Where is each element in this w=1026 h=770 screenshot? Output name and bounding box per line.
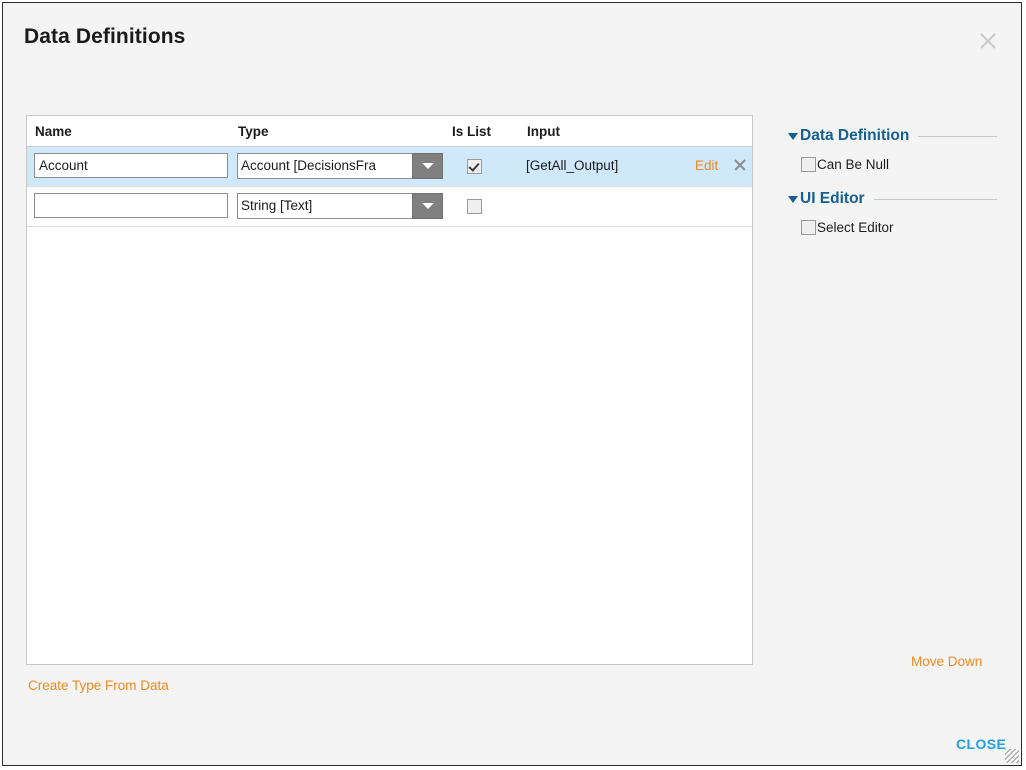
column-header-is-list: Is List [452,124,492,139]
close-icon[interactable] [975,28,1001,54]
collapse-triangle-icon[interactable] [788,195,798,203]
option-can-be-null[interactable]: Can Be Null [801,157,1003,172]
chevron-down-icon[interactable] [412,193,443,219]
is-list-checkbox[interactable] [467,159,482,174]
data-definitions-dialog: Data Definitions Name Type Is List Input… [2,2,1022,766]
type-combobox[interactable]: Account [DecisionsFra [237,153,443,179]
is-list-checkbox[interactable] [467,199,482,214]
name-input[interactable] [34,153,228,178]
option-label: Select Editor [817,220,894,235]
table-header-row: Name Type Is List Input [27,116,752,147]
properties-panel: Data Definition Can Be Null UI Editor Se… [788,127,1003,253]
option-label: Can Be Null [817,157,890,172]
section-header-ui-editor[interactable]: UI Editor [788,190,1003,208]
chevron-down-icon[interactable] [412,153,443,179]
create-type-from-data-link[interactable]: Create Type From Data [28,678,169,693]
section-divider [918,135,997,137]
section-header-data-definition[interactable]: Data Definition [788,127,1003,145]
column-header-input: Input [527,124,560,139]
delete-row-icon[interactable] [733,158,747,172]
section-title: Data Definition [800,127,910,144]
move-down-link[interactable]: Move Down [911,654,982,669]
collapse-triangle-icon[interactable] [788,132,798,140]
type-combobox[interactable]: String [Text] [237,193,443,219]
data-definitions-table: Name Type Is List Input Account [Decisio… [26,115,753,665]
cell-is-list [467,199,482,219]
section-ui-editor: UI Editor Select Editor [788,190,1003,235]
cell-name [34,153,228,178]
cell-is-list [467,159,482,179]
column-header-name: Name [35,124,72,139]
option-select-editor[interactable]: Select Editor [801,220,1003,235]
edit-link[interactable]: Edit [695,158,718,173]
dialog-titlebar: Data Definitions [3,3,1021,75]
select-editor-checkbox[interactable] [801,220,816,235]
section-title: UI Editor [800,190,865,207]
column-header-type: Type [238,124,269,139]
section-divider [873,198,997,200]
close-button[interactable]: CLOSE [956,736,1006,752]
name-input[interactable] [34,193,228,218]
cell-name [34,193,228,218]
type-combobox-value: String [Text] [237,193,412,219]
resize-grip[interactable] [1005,749,1019,763]
page-title: Data Definitions [24,25,186,48]
type-combobox-value: Account [DecisionsFra [237,153,412,179]
table-row[interactable]: Account [DecisionsFra [GetAll_Output] Ed… [27,147,752,187]
section-data-definition: Data Definition Can Be Null [788,127,1003,172]
can-be-null-checkbox[interactable] [801,157,816,172]
table-row[interactable]: String [Text] [27,187,752,227]
input-value: [GetAll_Output] [526,158,619,173]
